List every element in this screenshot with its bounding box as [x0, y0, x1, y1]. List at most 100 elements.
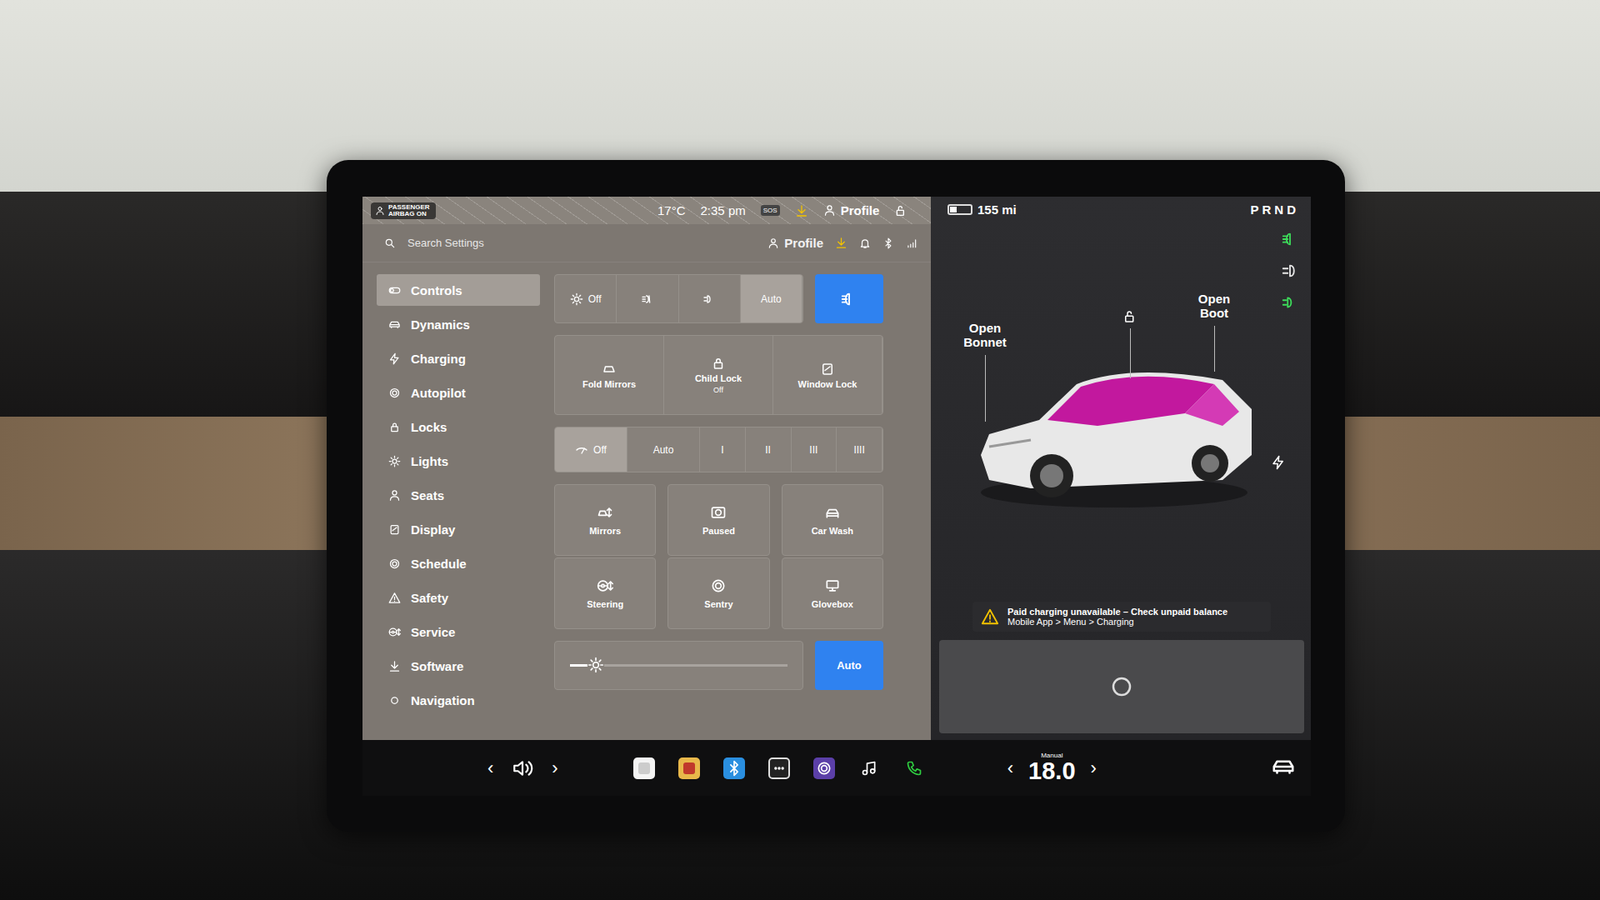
profile-text[interactable]: Profile [840, 203, 880, 218]
wiper-option[interactable]: III [791, 427, 838, 472]
sidebar-label[interactable]: Safety [410, 590, 449, 605]
control-tile[interactable]: Sentry [667, 557, 770, 630]
wiper-option[interactable]: Off [555, 427, 628, 472]
tile-label[interactable]: Mirrors [589, 525, 621, 536]
tile-label[interactable]: Glovebox [811, 599, 854, 610]
sidebar-label[interactable]: Controls [410, 283, 463, 298]
camera-app-button[interactable] [813, 757, 835, 780]
brightness-track[interactable] [570, 664, 788, 667]
sidebar-item[interactable]: Autopilot [376, 376, 540, 409]
sidebar-item[interactable]: Dynamics [376, 308, 540, 340]
wiper-label[interactable]: Auto [653, 444, 675, 456]
tile-label[interactable]: Paused [702, 525, 735, 536]
sidebar-item[interactable]: Charging [376, 342, 540, 375]
wiper-label[interactable]: III [809, 444, 818, 456]
control-tile[interactable]: Glovebox [781, 557, 884, 630]
sidebar-label[interactable]: Software [410, 659, 464, 674]
sidebar-label[interactable]: Autopilot [410, 385, 466, 400]
bluetooth-app-button[interactable] [723, 757, 745, 780]
wiper-label[interactable]: II [765, 444, 771, 456]
sidebar-label[interactable]: Navigation [410, 693, 475, 708]
lights-row: Off Auto [554, 274, 884, 324]
notes-app-button[interactable] [633, 757, 655, 780]
open-bonnet-button[interactable]: Open Bonnet [955, 321, 1015, 350]
sidebar-item[interactable]: Navigation [376, 684, 540, 716]
quick-button[interactable]: Fold Mirrors [555, 335, 665, 415]
tile-label[interactable]: Steering [586, 599, 624, 610]
sidebar-label[interactable]: Lights [410, 454, 449, 469]
temp-up-arrow[interactable]: › [1090, 757, 1097, 780]
sidebar-label[interactable]: Charging [410, 351, 466, 366]
headlight-button[interactable] [815, 274, 884, 324]
sidebar-item[interactable]: Lights [376, 445, 540, 477]
phone-app-button[interactable] [903, 757, 925, 780]
lock-button[interactable] [1122, 309, 1138, 328]
sidebar-item[interactable]: Seats [376, 479, 540, 511]
sidebar-item[interactable]: Safety [376, 581, 540, 614]
sidebar-item[interactable]: Software [376, 650, 540, 682]
quick-button[interactable]: Child LockOff [664, 335, 774, 415]
parking-indicator-icon [1280, 293, 1300, 312]
quick-label[interactable]: Child Lock [695, 373, 742, 384]
tile-label[interactable]: Sentry [704, 599, 733, 610]
sidebar-label[interactable]: Locks [410, 420, 447, 435]
music-app-button[interactable] [858, 757, 880, 780]
profile-text[interactable]: Profile [784, 235, 824, 250]
sidebar-label[interactable]: Schedule [410, 556, 467, 571]
lights-option[interactable] [616, 275, 679, 323]
control-tile[interactable]: Car Wash [781, 484, 884, 556]
brightness-knob[interactable] [587, 656, 605, 674]
sidebar-item[interactable]: Service [376, 615, 540, 648]
sidebar-item[interactable]: Controls [376, 274, 540, 306]
wiper-label[interactable]: IIII [853, 444, 865, 456]
lights-option[interactable] [679, 275, 741, 323]
lights-label[interactable]: Auto [760, 293, 782, 305]
charge-port-button[interactable] [1270, 455, 1286, 474]
profile-button[interactable]: Profile [767, 235, 824, 250]
brightness-fill [570, 664, 596, 667]
sidebar-label[interactable]: Dynamics [410, 317, 470, 332]
wiper-label[interactable]: I [720, 444, 724, 456]
sidebar-label[interactable]: Seats [410, 488, 445, 503]
volume-up-arrow[interactable]: › [551, 757, 558, 780]
brightness-slider[interactable] [554, 640, 804, 690]
temperature-display[interactable]: Manual18.0 [1028, 752, 1075, 784]
sidebar-item[interactable]: Schedule [376, 547, 540, 580]
sidebar-item[interactable]: Display [376, 513, 540, 545]
volume-down-arrow[interactable]: ‹ [487, 757, 494, 780]
sidebar-label[interactable]: Service [410, 625, 455, 640]
car-button[interactable] [1270, 754, 1296, 783]
wiper-option[interactable]: II [745, 427, 792, 472]
auto-label[interactable]: Auto [836, 659, 862, 672]
control-tile[interactable]: Paused [667, 484, 770, 556]
wiper-option[interactable]: IIII [836, 427, 883, 472]
control-tile[interactable]: Steering [554, 557, 656, 630]
wiper-option[interactable]: Auto [627, 427, 700, 472]
wiper-label[interactable]: Off [593, 444, 607, 456]
search-field[interactable] [407, 236, 756, 250]
lights-option[interactable]: Off [555, 275, 617, 323]
quick-label[interactable]: Window Lock [798, 379, 858, 390]
open-boot-button[interactable]: Open Boot [1189, 292, 1240, 320]
cabin-temperature[interactable]: 18.0 [1028, 759, 1075, 784]
car-model[interactable] [972, 346, 1256, 514]
menu-icon [388, 352, 401, 365]
temp-down-arrow[interactable]: ‹ [1007, 757, 1014, 780]
airbag-icon [375, 205, 385, 216]
person-icon [767, 237, 780, 250]
tile-label[interactable]: Car Wash [811, 525, 854, 536]
sidebar-label[interactable]: Display [410, 522, 455, 537]
lights-label[interactable]: Off [588, 293, 602, 305]
wiper-option[interactable]: I [700, 427, 746, 472]
quick-label[interactable]: Fold Mirrors [582, 379, 636, 390]
more-apps-button[interactable] [768, 757, 790, 780]
lights-option[interactable]: Auto [740, 275, 803, 323]
toybox-app-button[interactable] [678, 757, 700, 780]
sos-badge: SOS [760, 205, 780, 216]
sidebar-item[interactable]: Locks [376, 410, 540, 443]
brightness-auto-button[interactable]: Auto [815, 640, 884, 690]
quick-button[interactable]: Window Lock [773, 335, 883, 415]
control-tile[interactable]: Mirrors [554, 484, 656, 556]
car-icon [972, 346, 1256, 514]
status-profile[interactable]: Profile [823, 203, 880, 218]
